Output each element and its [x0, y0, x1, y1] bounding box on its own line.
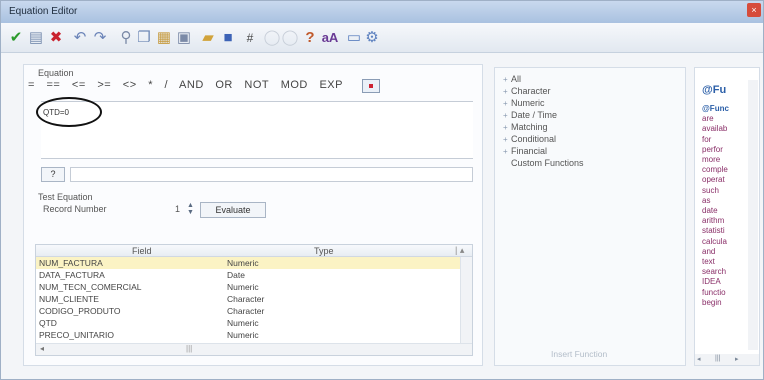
evaluate-button[interactable]: Evaluate [200, 202, 266, 218]
new-doc-icon[interactable]: ▤ [27, 29, 45, 47]
delete-icon[interactable]: ✖ [47, 29, 65, 47]
help-body: @Func are availab for perfor more comple… [702, 104, 729, 307]
help-scroll-thumb[interactable]: ||| [715, 355, 720, 362]
operator-bar: = == <= >= <> * / AND OR NOT MOD EXP [28, 79, 351, 91]
help-horizontal-scrollbar[interactable]: ◂ ||| ▸ [695, 354, 759, 365]
circle-right-icon[interactable]: ◯ [281, 29, 299, 47]
test-equation-label: Test Equation [38, 192, 93, 202]
field-name: DATA_FACTURA [39, 270, 105, 280]
field-type: Date [227, 270, 245, 280]
op-and[interactable]: AND [179, 79, 204, 91]
table-vertical-scrollbar[interactable] [460, 257, 472, 343]
help-title: @Fu [702, 84, 727, 96]
tree-item-conditional[interactable]: + Conditional [503, 134, 556, 144]
table-horizontal-scrollbar[interactable]: ◂ ||| [36, 343, 472, 355]
op-mod[interactable]: MOD [281, 79, 308, 91]
undo-icon[interactable]: ↶ [71, 29, 89, 47]
title-bar: Equation Editor × [1, 1, 763, 23]
window-icon[interactable]: ▭ [345, 29, 363, 47]
record-number-spinner[interactable]: ▲ ▼ [187, 202, 197, 216]
column-separator: | ▴ [455, 245, 465, 255]
tree-item-date-time[interactable]: + Date / Time [503, 110, 557, 120]
highlight-circle [36, 97, 102, 127]
tree-item-custom-functions[interactable]: Custom Functions [503, 158, 584, 168]
paste-icon[interactable]: ▦ [155, 29, 173, 47]
function-category-tree: + All + Character + Numeric + Date / Time + M… [494, 67, 686, 366]
description-field[interactable] [70, 167, 473, 182]
tree-item-numeric[interactable]: + Numeric [503, 98, 545, 108]
field-name: NUM_TECN_COMERCIAL [39, 282, 142, 292]
op-less-equal[interactable]: <= [72, 79, 86, 91]
op-multiply[interactable]: * [148, 79, 153, 91]
record-number-label: Record Number [43, 204, 107, 214]
field-name: NUM_FACTURA [39, 258, 103, 268]
check-icon[interactable]: ✔ [7, 29, 25, 47]
equation-editor-window: Equation Editor × ✔ ▤ ✖ ↶ ↷ ⚲ ❐ ▦ ▣ ▰ ■ … [0, 0, 764, 380]
column-header-type[interactable]: Type [314, 246, 334, 256]
field-name: NUM_CLIENTE [39, 294, 99, 304]
op-or[interactable]: OR [215, 79, 233, 91]
window-title: Equation Editor [9, 6, 78, 17]
insert-function-button[interactable]: Insert Function [551, 349, 631, 361]
table-row[interactable]: NUM_CLIENTE Character [36, 293, 460, 305]
scroll-thumb[interactable]: ||| [186, 344, 192, 353]
table-row[interactable]: QTD Numeric [36, 317, 460, 329]
op-greater-equal[interactable]: >= [97, 79, 111, 91]
gear-icon[interactable]: ⚙ [363, 29, 381, 47]
hash-icon[interactable]: # [241, 29, 259, 47]
close-icon[interactable]: × [747, 3, 761, 17]
field-type: Character [227, 294, 265, 304]
table-row[interactable]: NUM_TECN_COMERCIAL Numeric [36, 281, 460, 293]
equation-label: Equation [38, 68, 74, 78]
open-folder-icon[interactable]: ▰ [199, 29, 217, 47]
equation-input[interactable]: QTD=0 [41, 101, 473, 159]
tree-item-financial[interactable]: + Financial [503, 146, 547, 156]
save-icon[interactable]: ■ [219, 29, 237, 47]
paste-special-icon[interactable]: ▣ [175, 29, 193, 47]
help-button[interactable]: ? [41, 167, 65, 182]
copy-icon[interactable]: ❐ [135, 29, 153, 47]
op-exp[interactable]: EXP [319, 79, 343, 91]
op-not-equal[interactable]: <> [123, 79, 137, 91]
field-type: Numeric [227, 330, 259, 340]
scroll-left-icon[interactable]: ◂ [40, 344, 44, 353]
help-scroll-right-icon[interactable]: ▸ [735, 355, 739, 363]
field-name: PRECO_UNITARIO [39, 330, 114, 340]
toolbar: ✔ ▤ ✖ ↶ ↷ ⚲ ❐ ▦ ▣ ▰ ■ # ◯ ◯ ? aA ▭ ⚙ [1, 23, 763, 53]
redo-icon[interactable]: ↷ [91, 29, 109, 47]
circle-left-icon[interactable]: ◯ [263, 29, 281, 47]
font-icon[interactable]: aA [321, 29, 339, 47]
field-name: CODIGO_PRODUTO [39, 306, 121, 316]
op-equal-equal[interactable]: == [47, 79, 61, 91]
field-type: Character [227, 306, 265, 316]
insert-field-icon[interactable] [362, 79, 380, 93]
field-type: Numeric [227, 318, 259, 328]
op-not[interactable]: NOT [244, 79, 269, 91]
help-scroll-left-icon[interactable]: ◂ [697, 355, 701, 363]
column-header-field[interactable]: Field [132, 246, 152, 256]
field-type: Numeric [227, 258, 259, 268]
table-row[interactable]: PRECO_UNITARIO Numeric [36, 329, 460, 341]
fields-table: Field Type | ▴ NUM_FACTURA Numeric DATA_… [35, 244, 473, 356]
table-row[interactable]: CODIGO_PRODUTO Character [36, 305, 460, 317]
field-type: Numeric [227, 282, 259, 292]
function-help-panel: @Fu @Func are availab for perfor more co… [694, 67, 760, 366]
tree-item-all[interactable]: + All [503, 74, 521, 84]
tree-item-matching[interactable]: + Matching [503, 122, 548, 132]
table-row[interactable]: NUM_FACTURA Numeric [36, 257, 460, 269]
table-row[interactable]: DATA_FACTURA Date [36, 269, 460, 281]
tree-item-character[interactable]: + Character [503, 86, 551, 96]
help-icon[interactable]: ? [301, 29, 319, 47]
field-name: QTD [39, 318, 57, 328]
record-number-value[interactable]: 1 [175, 204, 180, 214]
op-divide[interactable]: / [165, 79, 169, 91]
link-icon[interactable]: ⚲ [117, 29, 135, 47]
op-equals[interactable]: = [28, 79, 35, 91]
table-header: Field Type | ▴ [36, 245, 472, 257]
help-vertical-scrollbar[interactable] [748, 80, 758, 350]
